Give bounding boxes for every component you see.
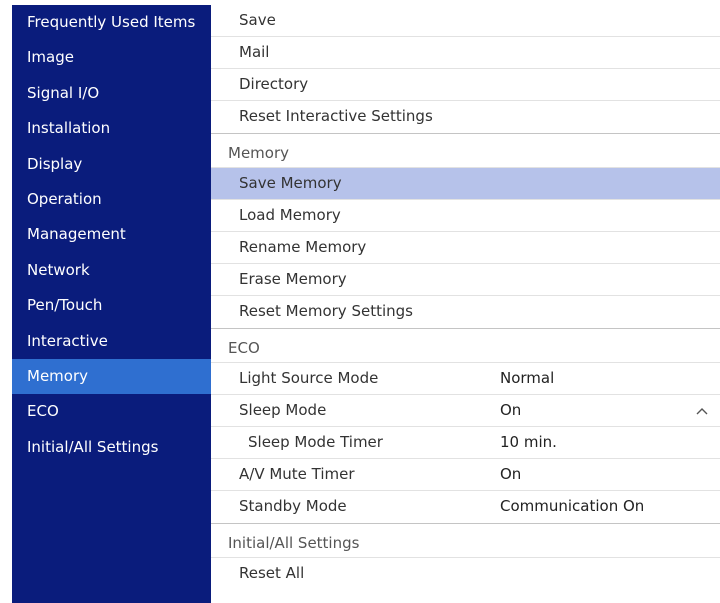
setting-value: 10 min. — [500, 433, 557, 451]
section-heading-eco: ECO — [211, 328, 720, 363]
section-heading-memory: Memory — [211, 133, 720, 168]
setting-label: Sleep Mode Timer — [248, 433, 383, 451]
sidebar-item-network[interactable]: Network — [12, 253, 211, 288]
sidebar-item-display[interactable]: Display — [12, 147, 211, 182]
menu-item-label: Load Memory — [239, 206, 341, 224]
settings-panel: Save Mail Directory Reset Interactive Se… — [211, 5, 720, 603]
sidebar-item-signal-io[interactable]: Signal I/O — [12, 76, 211, 111]
setting-value: On — [500, 401, 522, 419]
setting-value: Communication On — [500, 497, 645, 515]
menu-item-label: Save — [239, 11, 276, 29]
menu-item-label: Directory — [239, 75, 309, 93]
setting-sleep-mode[interactable]: Sleep Mode On — [211, 395, 720, 427]
chevron-up-icon[interactable] — [695, 404, 709, 418]
setting-label: A/V Mute Timer — [239, 465, 355, 483]
menu-item-erase-memory[interactable]: Erase Memory — [211, 264, 720, 296]
menu-item-label: Rename Memory — [239, 238, 367, 256]
menu-item-label: Save Memory — [239, 174, 342, 192]
sidebar-item-operation[interactable]: Operation — [12, 182, 211, 217]
sidebar-menu: Frequently Used Items Image Signal I/O I… — [12, 5, 211, 603]
sidebar-item-pen-touch[interactable]: Pen/Touch — [12, 288, 211, 323]
setting-av-mute-timer[interactable]: A/V Mute Timer On — [211, 459, 720, 491]
setting-label: Standby Mode — [239, 497, 347, 515]
menu-item-reset-all[interactable]: Reset All — [211, 558, 720, 590]
menu-item-label: Reset Interactive Settings — [239, 107, 433, 125]
menu-item-label: Erase Memory — [239, 270, 347, 288]
setting-value: Normal — [500, 369, 555, 387]
menu-item-directory[interactable]: Directory — [211, 69, 720, 101]
setting-sleep-mode-timer[interactable]: Sleep Mode Timer 10 min. — [211, 427, 720, 459]
sidebar-item-image[interactable]: Image — [12, 40, 211, 75]
menu-item-label: Mail — [239, 43, 270, 61]
menu-item-save[interactable]: Save — [211, 5, 720, 37]
menu-item-label: Reset All — [239, 564, 305, 582]
sidebar-item-interactive[interactable]: Interactive — [12, 324, 211, 359]
setting-light-source-mode[interactable]: Light Source Mode Normal — [211, 363, 720, 395]
section-heading-initial-all-settings: Initial/All Settings — [211, 523, 720, 558]
setting-standby-mode[interactable]: Standby Mode Communication On — [211, 491, 720, 523]
sidebar-item-eco[interactable]: ECO — [12, 394, 211, 429]
sidebar-item-management[interactable]: Management — [12, 217, 211, 252]
menu-item-save-memory[interactable]: Save Memory — [211, 168, 720, 200]
menu-item-mail[interactable]: Mail — [211, 37, 720, 69]
sidebar-item-initial-all-settings[interactable]: Initial/All Settings — [12, 430, 211, 465]
setting-label: Sleep Mode — [239, 401, 327, 419]
menu-item-label: Reset Memory Settings — [239, 302, 413, 320]
menu-item-rename-memory[interactable]: Rename Memory — [211, 232, 720, 264]
setting-label: Light Source Mode — [239, 369, 379, 387]
menu-item-reset-interactive-settings[interactable]: Reset Interactive Settings — [211, 101, 720, 133]
menu-item-reset-memory-settings[interactable]: Reset Memory Settings — [211, 296, 720, 328]
sidebar-item-installation[interactable]: Installation — [12, 111, 211, 146]
menu-item-load-memory[interactable]: Load Memory — [211, 200, 720, 232]
setting-value: On — [500, 465, 522, 483]
sidebar-item-memory[interactable]: Memory — [12, 358, 211, 395]
sidebar-item-frequently-used-items[interactable]: Frequently Used Items — [12, 5, 211, 40]
